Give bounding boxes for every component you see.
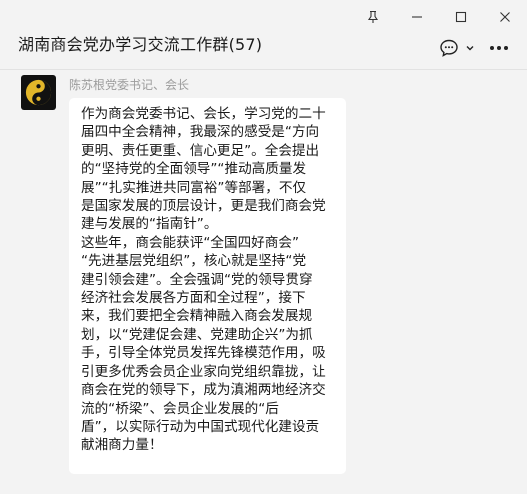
message-line: 届四中全会精神，我最深的感受是“方向	[81, 124, 320, 141]
maximize-button[interactable]	[439, 4, 483, 30]
window-controls	[351, 4, 527, 30]
chat-bubble-icon	[440, 39, 458, 57]
message-line: 的“坚持党的全面领导”“推动高质量发	[81, 161, 307, 178]
message-line: 划，以“党建促会建、党建助企兴”为抓	[81, 326, 313, 343]
chat-info-button[interactable]	[439, 38, 475, 58]
message-line: 是国家发展的顶层设计，更是我们商会党	[81, 198, 326, 215]
minimize-icon	[412, 16, 422, 18]
pin-button[interactable]	[351, 4, 395, 30]
more-icon	[490, 46, 508, 50]
message-paragraph-1: 作为商会党委书记、会长，学习党的二十 届四中全会精神，我最深的感受是“方向 更明…	[81, 105, 337, 234]
message-line: 经济社会发展各方面和全过程”，接下	[81, 290, 306, 307]
message-line: 盾”，以实际行动为中国式现代化建设贡	[81, 418, 320, 435]
message-line: 引更多优秀会员企业家向党组织靠拢，让	[81, 363, 326, 380]
message-line: 手，引导全体党员发挥先锋模范作用，吸	[81, 345, 326, 362]
more-button[interactable]	[489, 45, 509, 51]
message-line: 来，我们要把全会精神融入商会发展规	[81, 308, 313, 325]
yin-yang-icon	[25, 79, 52, 106]
chevron-down-icon	[466, 46, 474, 51]
sender-name: 陈苏根党委书记、会长	[69, 78, 190, 92]
title-bar: 湖南商会党办学习交流工作群(57)	[0, 0, 527, 70]
avatar[interactable]	[21, 75, 56, 110]
message-line: 更明、责任更重、信心更足”。全会提出	[81, 142, 320, 159]
maximize-icon	[455, 11, 467, 23]
message-line: 建与发展的“指南针”。	[81, 216, 218, 233]
message-line: 作为商会党委书记、会长，学习党的二十	[81, 106, 326, 122]
pin-icon	[367, 10, 379, 23]
message-line: 流的“桥梁”、会员企业发展的“后	[81, 400, 279, 417]
message-line: 献湘商力量！	[81, 437, 163, 454]
message-line: 建引领会建”。全会强调“党的领导贯穿	[81, 271, 313, 288]
minimize-button[interactable]	[395, 4, 439, 30]
close-icon	[500, 12, 510, 22]
message-line: “先进基层党组织”，核心就是坚持“党	[81, 253, 307, 270]
message-bubble[interactable]: 作为商会党委书记、会长，学习党的二十 届四中全会精神，我最深的感受是“方向 更明…	[69, 98, 346, 474]
chat-title: 湖南商会党办学习交流工作群(57)	[18, 35, 263, 54]
message-line: 这些年，商会能获评“全国四好商会”	[81, 234, 299, 251]
close-button[interactable]	[483, 4, 527, 30]
message-list[interactable]: 陈苏根党委书记、会长 作为商会党委书记、会长，学习党的二十 届四中全会精神，我最…	[0, 71, 527, 494]
message-line: 商会在党的领导下，成为滇湘两地经济交	[81, 382, 326, 399]
message-paragraph-2: 这些年，商会能获评“全国四好商会” “先进基层党组织”，核心就是坚持“党 建引领…	[81, 234, 337, 455]
header-actions	[439, 37, 509, 59]
message-line: 展”“扎实推进共同富裕”等部署，不仅	[81, 179, 307, 196]
